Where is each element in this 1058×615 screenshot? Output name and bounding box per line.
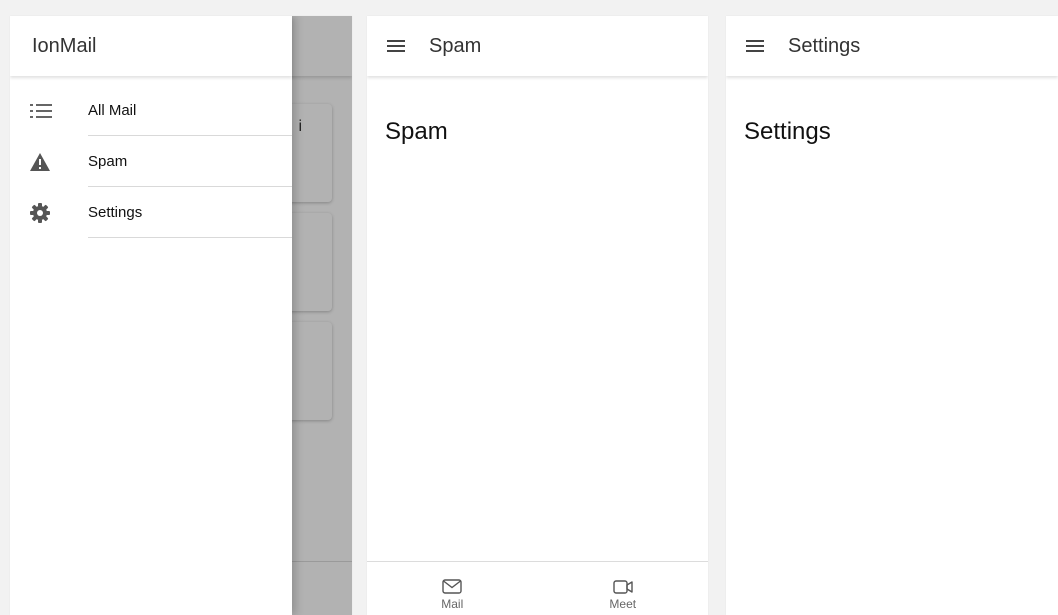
menu-header: IonMail [10,16,292,76]
menu-item-label: All Mail [88,85,292,136]
toolbar: Spam [367,16,708,76]
tab-label: Meet [609,597,637,611]
hamburger-icon [746,40,764,52]
warning-icon [10,152,88,171]
toolbar: Settings [726,16,1058,76]
tab-mail[interactable]: Mail [367,562,538,615]
menu-item-label: Settings [88,187,292,238]
video-icon [613,580,633,594]
menu-item-all-mail[interactable]: All Mail [10,85,292,136]
side-menu: IonMail All Mail Spam Settings [10,16,292,615]
hamburger-menu-button[interactable] [367,16,429,76]
list-icon [10,103,88,119]
menu-item-settings[interactable]: Settings [10,187,292,238]
hamburger-menu-button[interactable] [726,16,788,76]
gear-icon [10,202,88,223]
spam-screen: Spam Spam Mail Meet [367,16,708,615]
tab-bar: Mail Meet [367,561,708,615]
menu-item-spam[interactable]: Spam [10,136,292,187]
page-title: Settings [744,118,831,145]
page-title: Spam [385,118,448,145]
menu-list: All Mail Spam Settings [10,85,292,238]
hamburger-icon [387,40,405,52]
tab-label: Mail [441,597,464,611]
menu-item-label: Spam [88,136,292,187]
menu-app-title: IonMail [32,34,97,57]
settings-screen: Settings Settings [726,16,1058,615]
toolbar-title: Spam [429,34,482,57]
tab-meet[interactable]: Meet [538,562,709,615]
mail-icon [442,579,462,594]
toolbar-title: Settings [788,34,861,57]
menu-open-screen: i IonMail All Mail Spam Settings [10,16,352,615]
